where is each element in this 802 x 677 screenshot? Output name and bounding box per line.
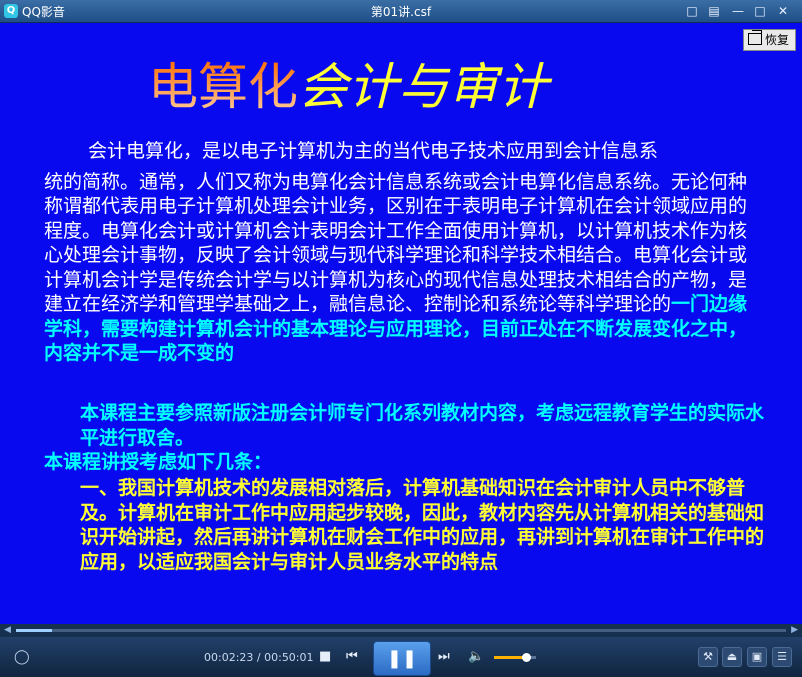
playlist-icon[interactable]: ☰ [772,647,792,667]
footprint-icon[interactable]: ◯ [14,649,30,665]
slide-paragraph-2: 本课程主要参照新版注册会计师专门化系列教材内容，考虑远程教育学生的实际水平进行取… [44,401,764,475]
window-title: 第01讲.csf [370,5,432,19]
title-bar[interactable]: Q QQ影音 第01讲.csf □ ▤ — □ ✕ [0,0,802,23]
time-total: 00:50:01 [264,651,314,664]
volume-icon[interactable]: 🔈 [468,649,484,664]
paragraph-1-first-line: 会计电算化，是以电子计算机为主的当代电子技术应用到会计信息系 [88,140,659,162]
paragraph-3-text: 一、我国计算机技术的发展相对落后，计算机基础知识在会计审计人员中不够普及。计算机… [80,477,765,573]
maximize-icon[interactable]: □ [752,3,768,19]
seek-bar[interactable]: ◀ ▶ [0,624,802,637]
seek-track[interactable] [16,629,786,632]
close-icon[interactable]: ✕ [775,3,791,19]
restore-icon [747,30,762,45]
next-icon[interactable]: ⏭ [438,649,450,664]
pause-button[interactable]: ❚❚ [373,641,431,676]
tools-icon[interactable]: ⚒ [698,647,718,667]
video-area[interactable]: 恢复 电算化会计与审计 会计电算化，是以电子计算机为主的当代电子技术应用到会计信… [0,23,802,624]
seek-left-icon[interactable]: ◀ [4,625,11,635]
paragraph-2-line: 本课程主要参照新版注册会计师专门化系列教材内容，考虑远程教育学生的实际水平进行取… [80,402,765,449]
slide-paragraph-1: 会计电算化，是以电子计算机为主的当代电子技术应用到会计信息系 统的简称。通常，人… [44,139,764,366]
volume-handle[interactable] [521,653,531,662]
time-display: 00:02:23 / 00:50:01 [204,651,314,664]
control-bar: ◯ 00:02:23 / 00:50:01 ■ ⏮ ❚❚ ⏭ 🔈 ⚒ ⏏ ▣ ☰ [0,637,802,677]
slide-title-part1: 电算化 [148,58,298,116]
screen-icon[interactable]: ▣ [747,647,767,667]
chat-icon[interactable]: □ [684,3,700,19]
skin-icon[interactable]: ▤ [706,3,722,19]
slide-paragraph-3: 一、我国计算机技术的发展相对落后，计算机基础知识在会计审计人员中不够普及。计算机… [44,476,764,574]
paragraph-2-heading: 本课程讲授考虑如下几条： [44,451,273,473]
time-separator: / [253,651,265,664]
restore-label: 恢复 [764,33,789,47]
volume-slider[interactable] [494,653,536,662]
stop-icon[interactable]: ■ [319,649,331,664]
seek-right-icon[interactable]: ▶ [791,625,798,635]
restore-button[interactable]: 恢复 [742,29,796,51]
volume-level [494,656,526,659]
time-current: 00:02:23 [204,651,254,664]
slide-title: 电算化会计与审计 [148,47,548,119]
minimize-icon[interactable]: — [730,3,746,19]
paragraph-1-body: 统的简称。通常，人们又称为电算化会计信息系统或会计电算化信息系统。无论何种称谓都… [44,170,748,316]
prev-icon[interactable]: ⏮ [346,649,358,664]
slide-title-part2: 会计与审计 [298,58,548,116]
eject-icon[interactable]: ⏏ [722,647,742,667]
seek-progress [16,629,53,632]
player-window: Q QQ影音 第01讲.csf □ ▤ — □ ✕ 恢复 电算化会计与审计 会计… [0,0,802,677]
pause-icon: ❚❚ [386,648,418,669]
